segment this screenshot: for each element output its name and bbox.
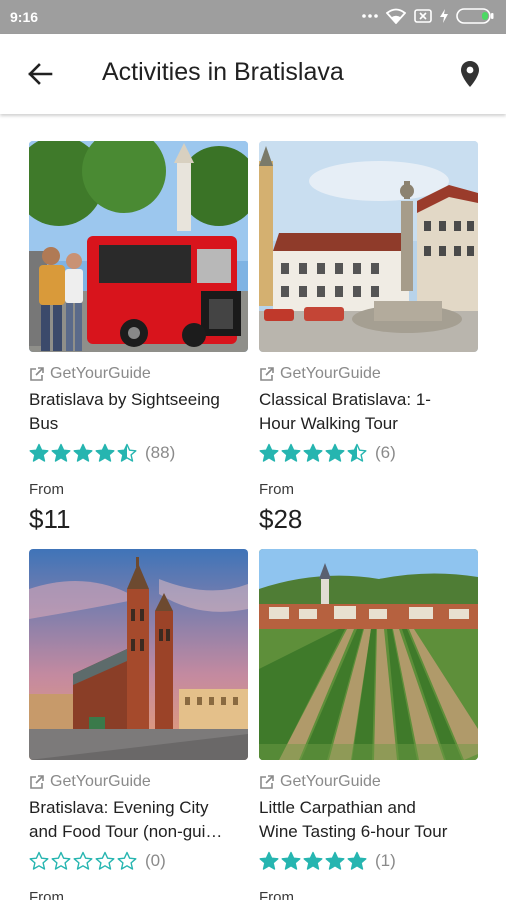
from-label: From <box>259 481 294 498</box>
activity-card[interactable]: GetYourGuide Bratislava by Sightseeing B… <box>29 141 248 535</box>
from-label: From <box>259 889 294 900</box>
no-sim-icon <box>414 9 432 23</box>
back-button[interactable] <box>20 56 60 92</box>
star-filled-icon <box>281 851 301 870</box>
status-icons <box>362 8 494 24</box>
activity-image <box>259 549 478 760</box>
provider-row: GetYourGuide <box>259 772 478 792</box>
activity-title: Bratislava by Sightseeing Bus <box>29 388 248 436</box>
external-link-icon <box>30 367 44 381</box>
provider-row: GetYourGuide <box>29 364 248 384</box>
rating-row: (1) <box>259 849 478 873</box>
activity-card[interactable]: GetYourGuide Classical Bratislava: 1- Ho… <box>259 141 478 535</box>
price: $28 <box>259 504 303 534</box>
star-half-icon <box>117 443 137 462</box>
star-filled-icon <box>303 851 323 870</box>
review-count: (6) <box>375 443 396 462</box>
more-dots-icon <box>362 14 378 18</box>
provider-row: GetYourGuide <box>259 364 478 384</box>
status-bar: 9:16 <box>0 0 506 34</box>
star-empty-icon <box>117 851 137 870</box>
map-pin-icon <box>461 61 479 87</box>
star-filled-icon <box>325 851 345 870</box>
star-filled-icon <box>259 443 279 462</box>
external-link-icon <box>30 775 44 789</box>
activity-image <box>259 141 478 352</box>
activity-title: Classical Bratislava: 1- Hour Walking To… <box>259 388 478 436</box>
provider-name: GetYourGuide <box>50 365 151 382</box>
star-filled-icon <box>95 443 115 462</box>
activity-image <box>29 141 248 352</box>
external-link-icon <box>260 367 274 381</box>
from-label: From <box>29 481 64 498</box>
activity-title-line1: Bratislava: Evening City <box>29 798 209 817</box>
rating-row: (88) <box>29 441 248 465</box>
activity-title-line1: Classical Bratislava: 1- <box>259 390 431 409</box>
rating-row: (0) <box>29 849 248 873</box>
review-count: (1) <box>375 851 396 870</box>
provider-name: GetYourGuide <box>50 773 151 790</box>
app-bar: Activities in Bratislava <box>0 34 506 114</box>
activity-title-line2: Bus <box>29 414 59 433</box>
activity-title-line1: Little Carpathian and <box>259 798 416 817</box>
activity-image <box>29 549 248 760</box>
provider-row: GetYourGuide <box>29 772 248 792</box>
page-title: Activities in Bratislava <box>102 58 344 86</box>
star-filled-icon <box>303 443 323 462</box>
activity-title-line2: Wine Tasting 6-hour Tour <box>259 822 448 841</box>
activity-title-line2: and Food Tour (non-gui… <box>29 822 223 841</box>
star-empty-icon <box>73 851 93 870</box>
star-filled-icon <box>51 443 71 462</box>
from-label: From <box>29 889 64 900</box>
review-count: (88) <box>145 443 176 462</box>
review-count: (0) <box>145 851 166 870</box>
map-button[interactable] <box>452 56 488 92</box>
activity-card[interactable]: GetYourGuide Little Carpathian and Wine … <box>259 549 478 900</box>
external-link-icon <box>260 775 274 789</box>
activity-title-line1: Bratislava by Sightseeing <box>29 390 220 409</box>
rating-row: (6) <box>259 441 478 465</box>
activity-card[interactable]: GetYourGuide Bratislava: Evening City an… <box>29 549 248 900</box>
status-time: 9:16 <box>10 9 39 25</box>
star-filled-icon <box>73 443 93 462</box>
arrow-back-icon <box>28 63 53 85</box>
activity-title: Bratislava: Evening City and Food Tour (… <box>29 796 248 844</box>
price: $11 <box>29 504 71 534</box>
star-empty-icon <box>51 851 71 870</box>
battery-icon <box>456 8 494 24</box>
activities-grid: GetYourGuide Bratislava by Sightseeing B… <box>0 114 506 900</box>
star-filled-icon <box>325 443 345 462</box>
star-filled-icon <box>259 851 279 870</box>
activity-title-line2: Hour Walking Tour <box>259 414 398 433</box>
provider-name: GetYourGuide <box>280 365 381 382</box>
charging-icon <box>440 9 448 23</box>
activity-title: Little Carpathian and Wine Tasting 6-hou… <box>259 796 478 844</box>
star-empty-icon <box>95 851 115 870</box>
star-filled-icon <box>281 443 301 462</box>
star-half-icon <box>347 443 367 462</box>
star-filled-icon <box>347 851 367 870</box>
star-filled-icon <box>29 443 49 462</box>
star-empty-icon <box>29 851 49 870</box>
wifi-icon <box>386 8 406 24</box>
provider-name: GetYourGuide <box>280 773 381 790</box>
